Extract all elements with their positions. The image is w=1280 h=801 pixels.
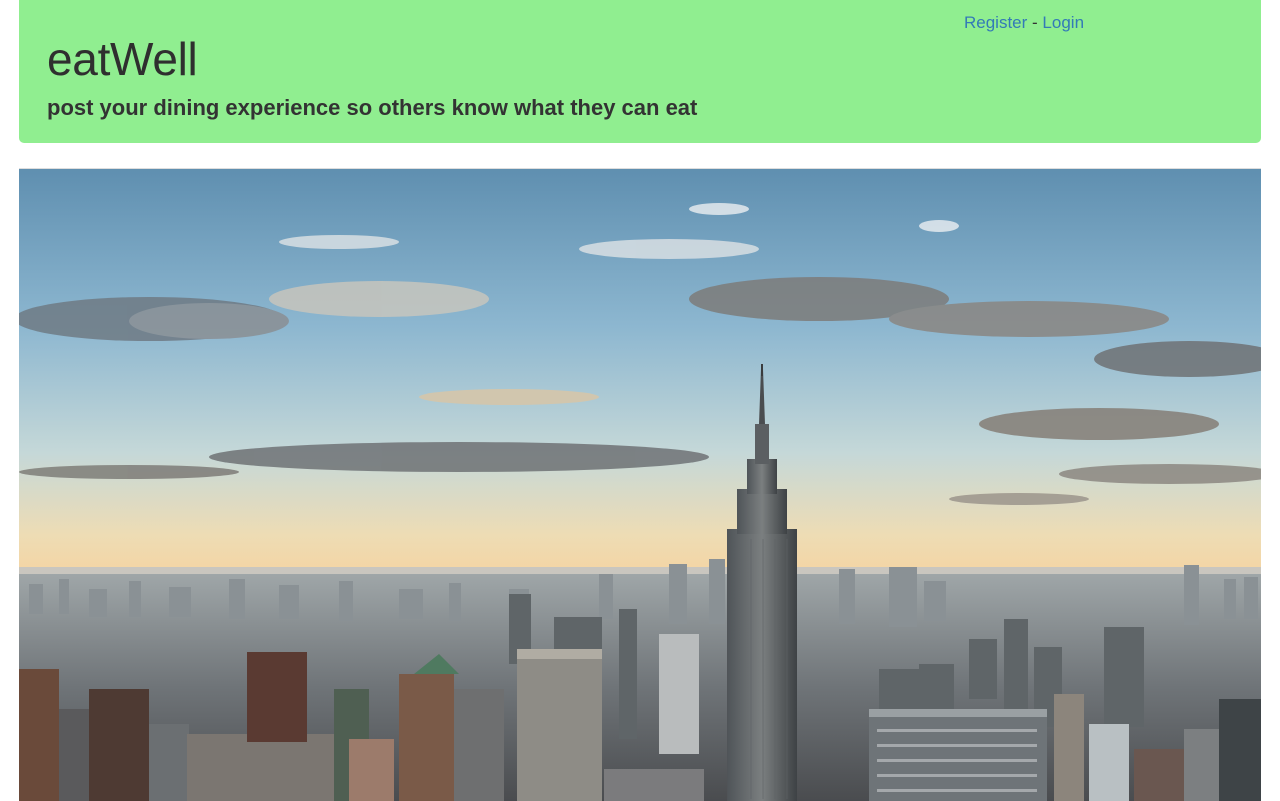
login-link[interactable]: Login (1042, 13, 1084, 32)
hero-image (19, 168, 1261, 801)
auth-separator: - (1027, 13, 1043, 32)
auth-links: Register - Login (964, 13, 1084, 33)
site-header: eatWell post your dining experience so o… (19, 0, 1261, 143)
brand-title: eatWell (47, 33, 198, 85)
register-link[interactable]: Register (964, 13, 1027, 32)
brand-tagline: post your dining experience so others kn… (47, 95, 698, 120)
skyline-illustration (19, 169, 1261, 801)
